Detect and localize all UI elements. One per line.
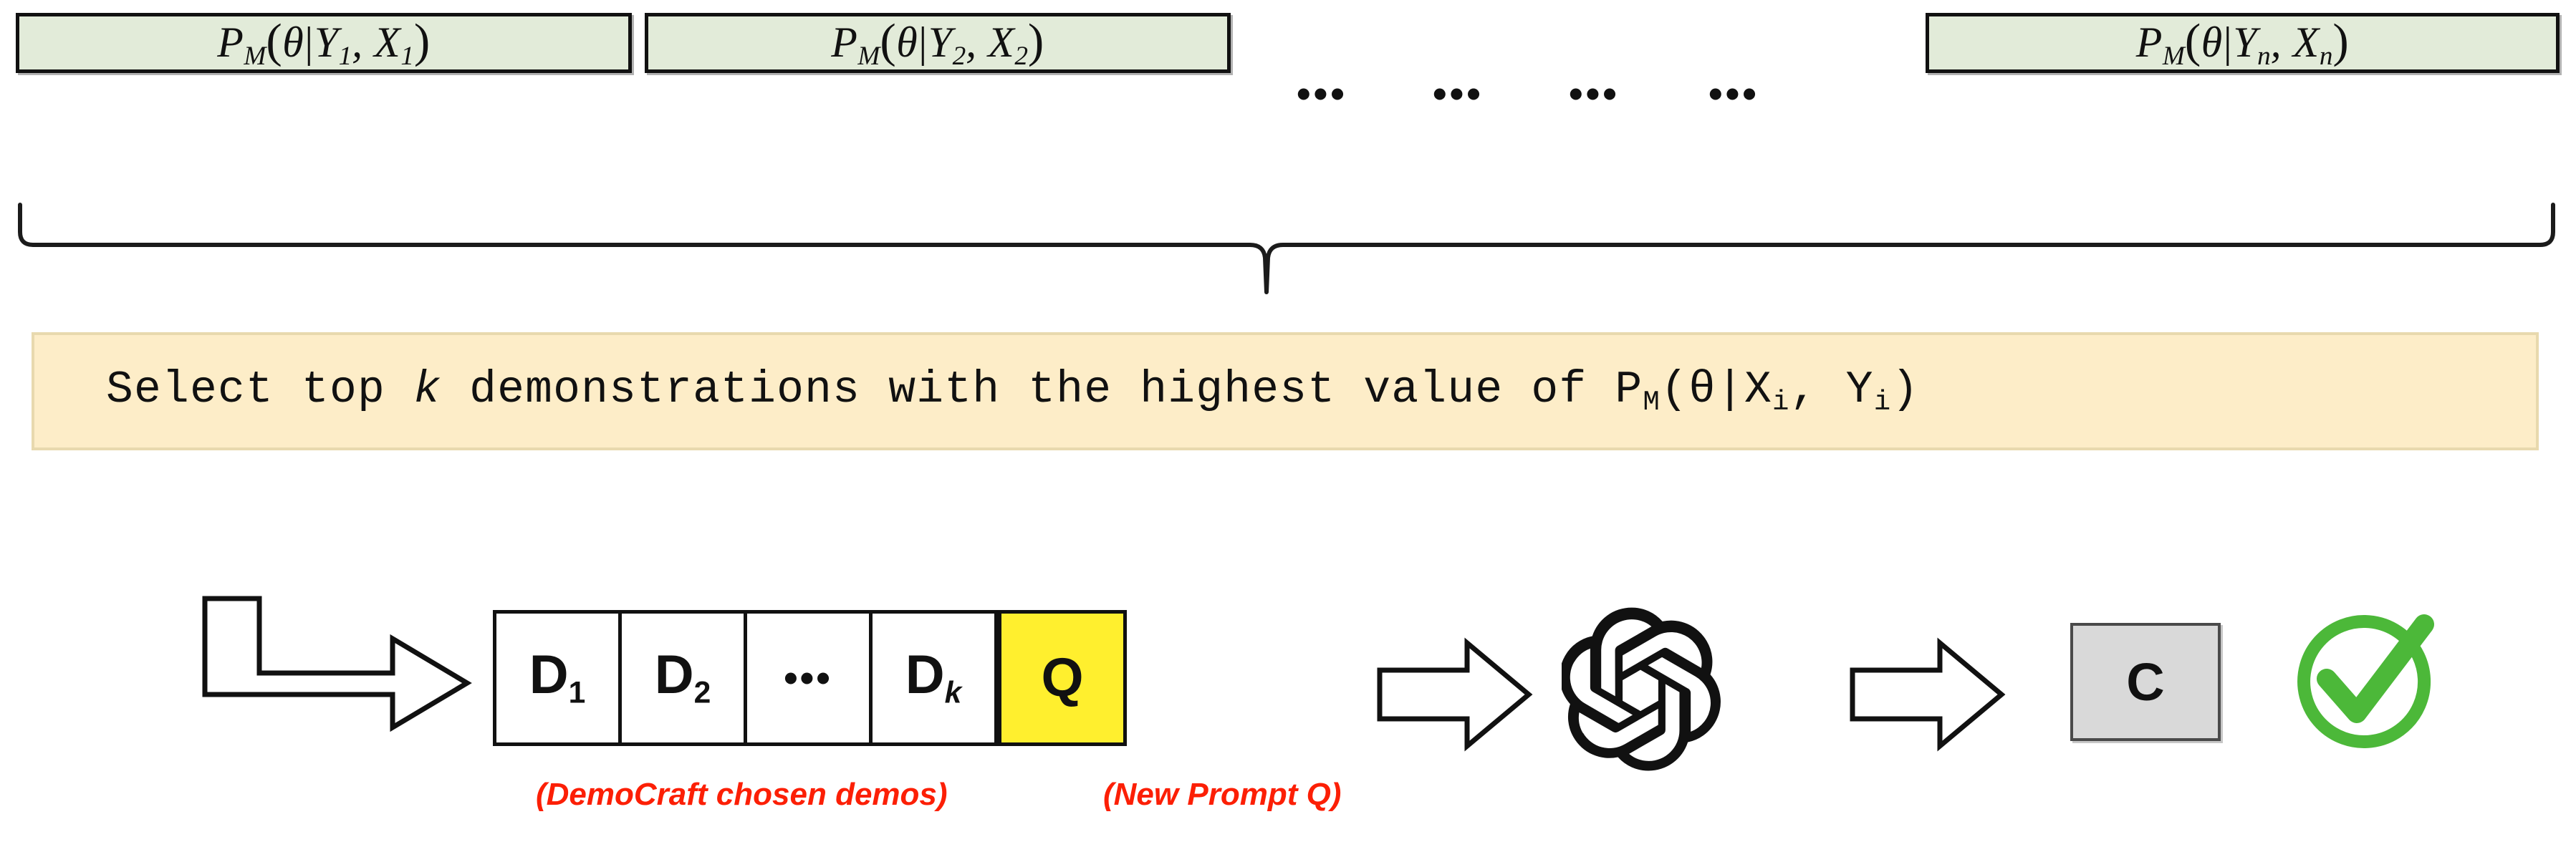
posterior-formula-2: PM(θ|Y2, X2) — [831, 13, 1044, 71]
completion-label: C — [2126, 652, 2165, 712]
query-cell[interactable]: Q — [998, 614, 1123, 742]
caption-chosen-demos: (DemoCraft chosen demos) — [536, 777, 948, 812]
block-arrow-icon-to-model — [1375, 637, 1533, 755]
brace-svg — [18, 203, 2555, 294]
demo-strip: D1 D2 ••• Dk Q — [493, 610, 1127, 746]
instruction-part-d: , Y — [1789, 364, 1874, 415]
top-row-ellipsis-1: ••• — [1297, 71, 1347, 116]
instruction-i-subscript-2: i — [1873, 385, 1892, 418]
posterior-boxes-row: PM(θ|Y1, X1) PM(θ|Y2, X2) ••• ••• ••• ••… — [0, 0, 2576, 172]
posterior-box-n: PM(θ|Yn, Xn) — [1926, 13, 2560, 73]
instruction-model-subscript: M — [1643, 385, 1661, 418]
block-arrow-icon-to-output — [1848, 637, 2006, 755]
top-row-ellipsis-4: ••• — [1708, 71, 1759, 116]
top-row-ellipsis-2: ••• — [1433, 71, 1484, 116]
openai-logo-icon — [1559, 607, 1726, 775]
caption-new-prompt: (New Prompt Q) — [1103, 777, 1342, 812]
instruction-k-symbol: k — [413, 364, 442, 415]
demo-cell-ellipsis: ••• — [747, 614, 873, 742]
query-cell-label: Q — [1041, 647, 1084, 708]
instruction-part-e: ) — [1891, 364, 1920, 415]
demo-cell-k[interactable]: Dk — [873, 614, 998, 742]
elbow-arrow-icon — [201, 596, 480, 735]
posterior-formula-n: PM(θ|Yn, Xn) — [2135, 13, 2350, 71]
posterior-formula-1: PM(θ|Y1, X1) — [217, 13, 431, 71]
instruction-part-b: demonstrations with the highest value of… — [441, 364, 1643, 415]
posterior-box-2: PM(θ|Y2, X2) — [645, 13, 1231, 73]
top-row-ellipsis-3: ••• — [1569, 71, 1620, 116]
instruction-part-c: (θ|X — [1661, 364, 1773, 415]
instruction-text: Select top k demonstrations with the hig… — [34, 367, 1919, 416]
demo-cell-1-label: D1 — [529, 644, 586, 710]
green-check-circle-icon — [2292, 607, 2436, 754]
completion-box: C — [2070, 623, 2221, 741]
demo-cell-k-label: Dk — [905, 644, 962, 710]
demo-cell-2[interactable]: D2 — [622, 614, 747, 742]
posterior-box-1: PM(θ|Y1, X1) — [16, 13, 632, 73]
instruction-i-subscript-1: i — [1772, 385, 1790, 418]
pipeline-row: D1 D2 ••• Dk Q C (DemoCraft chosen demos… — [0, 551, 2576, 847]
grouping-brace — [0, 200, 2576, 304]
demo-cell-2-label: D2 — [654, 644, 711, 710]
demo-cell-ellipsis-label: ••• — [784, 655, 832, 700]
demo-cell-1[interactable]: D1 — [496, 614, 622, 742]
instruction-part-a: Select top — [106, 364, 414, 415]
instruction-banner: Select top k demonstrations with the hig… — [32, 332, 2539, 450]
